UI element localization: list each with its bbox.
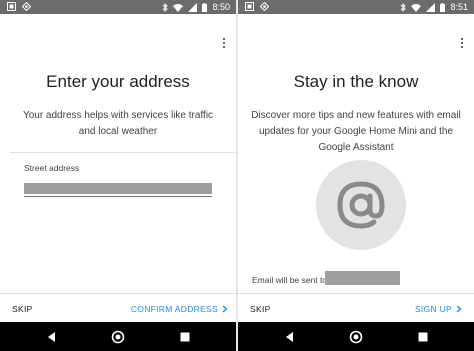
sign-up-button[interactable]: SIGN UP	[415, 304, 462, 314]
bluetooth-icon	[401, 2, 407, 12]
street-address-input[interactable]	[24, 183, 212, 194]
diamond-icon	[260, 2, 269, 11]
footer-divider	[238, 293, 474, 294]
section-divider	[10, 152, 236, 153]
status-bar: 8:50	[0, 0, 236, 14]
battery-icon	[202, 2, 208, 12]
wifi-icon	[173, 3, 184, 12]
home-icon[interactable]	[349, 330, 363, 344]
page-title: Enter your address	[46, 72, 190, 91]
recents-icon[interactable]	[416, 330, 430, 344]
email-illustration	[316, 160, 406, 250]
subtitle-line: and local weather	[78, 126, 158, 137]
chevron-right-icon	[222, 305, 228, 313]
nav-bar	[0, 322, 236, 351]
address-screen: 8:50 Enter your address Your address hel…	[0, 0, 236, 351]
nav-bar	[238, 322, 474, 351]
signal-icon	[426, 2, 436, 12]
page-subtitle: Your address helps with services like tr…	[12, 108, 224, 140]
notification-square-icon	[7, 2, 16, 11]
subtitle-line: updates for your Google Home Mini and th…	[259, 126, 453, 137]
footer-divider	[0, 293, 236, 294]
page-subtitle: Discover more tips and new features with…	[246, 108, 466, 156]
page-title: Stay in the know	[293, 72, 419, 91]
at-sign-icon	[337, 181, 385, 229]
confirm-address-button[interactable]: CONFIRM ADDRESS	[131, 304, 228, 314]
notification-square-icon	[245, 2, 254, 11]
overflow-menu-icon[interactable]	[460, 38, 464, 50]
back-icon[interactable]	[45, 330, 59, 344]
street-address-label: Street address	[24, 163, 80, 173]
signal-icon	[188, 2, 198, 12]
status-bar: 8:51	[238, 0, 474, 14]
street-address-underline	[24, 196, 212, 197]
bluetooth-icon	[163, 2, 169, 12]
subtitle-line: Google Assistant	[318, 142, 394, 153]
skip-button[interactable]: SKIP	[12, 304, 33, 314]
back-icon[interactable]	[283, 330, 297, 344]
chevron-right-icon	[456, 305, 462, 313]
sign-up-label: SIGN UP	[414, 304, 452, 314]
email-address-redacted	[325, 271, 400, 285]
subtitle-line: Your address helps with services like tr…	[22, 110, 214, 121]
battery-icon	[440, 2, 446, 12]
subtitle-line: Discover more tips and new features with…	[251, 110, 461, 121]
diamond-icon	[22, 2, 31, 11]
skip-button[interactable]: SKIP	[250, 304, 271, 314]
newsletter-screen: 8:51 Stay in the know Discover more tips…	[238, 0, 474, 351]
email-recipient-text: Email will be sent to	[252, 275, 328, 285]
recents-icon[interactable]	[178, 330, 192, 344]
status-time: 8:51	[450, 2, 468, 12]
overflow-menu-icon[interactable]	[222, 38, 226, 50]
wifi-icon	[411, 3, 422, 12]
status-time: 8:50	[212, 2, 230, 12]
confirm-address-label: CONFIRM ADDRESS	[130, 304, 218, 314]
home-icon[interactable]	[111, 330, 125, 344]
